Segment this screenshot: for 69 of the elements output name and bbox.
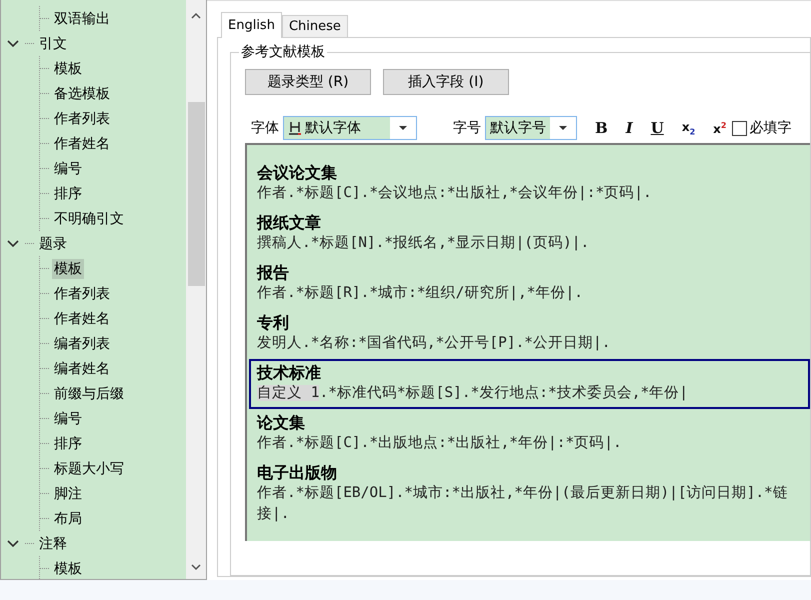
scrollbar-thumb[interactable] — [188, 102, 204, 286]
tree-item[interactable]: 题录 — [37, 234, 69, 254]
tree-item[interactable]: 作者列表 — [52, 108, 112, 128]
tree-item[interactable]: 前缀与后缀 — [52, 384, 126, 404]
tree-item[interactable]: 编者姓名 — [52, 358, 112, 378]
tree-item[interactable]: 模板 — [52, 58, 84, 78]
tree-item[interactable]: 备选模板 — [52, 84, 112, 104]
entry-title: 论文集 — [257, 412, 306, 433]
tree-item[interactable]: 编者列表 — [52, 334, 112, 354]
tree-item[interactable]: 脚注 — [52, 484, 84, 504]
tree-item[interactable]: 排序 — [52, 434, 84, 454]
entry-title: 会议论文集 — [257, 162, 338, 183]
entry-format: 发明人.*名称:*国省代码,*公开号[P].*公开日期|. — [257, 334, 612, 353]
tree-item[interactable]: 编号 — [52, 158, 84, 178]
chevron-down-icon[interactable] — [7, 38, 19, 50]
entry-format: 作者.*标题[C].*出版地点:*出版社,*年份|:*页码|. — [257, 434, 623, 453]
template-entry[interactable]: 论文集 作者.*标题[C].*出版地点:*出版社,*年份|:*页码|. — [249, 409, 810, 459]
tree-item[interactable]: 不明确引文 — [52, 208, 126, 228]
entry-format: 撰稿人.*标题[N].*报纸名,*显示日期|(页码)|. — [257, 234, 590, 253]
bold-button[interactable]: B — [595, 119, 608, 137]
scroll-down-icon[interactable] — [191, 563, 201, 571]
group-title: 参考文献模板 — [239, 43, 327, 61]
scroll-up-icon[interactable] — [191, 12, 201, 20]
checkbox-label: 必填字 — [749, 119, 792, 137]
tree-item[interactable]: 编号 — [52, 408, 84, 428]
entry-title: 报告 — [257, 262, 290, 283]
entry-title: 电子出版物 — [257, 462, 338, 483]
template-entry[interactable]: 会议论文集 作者.*标题[C].*会议地点:*出版社,*会议年份|:*页码|. — [249, 159, 810, 209]
tab[interactable]: Chinese — [282, 15, 348, 37]
tree-item[interactable]: 排序 — [52, 184, 84, 204]
entry-format: 自定义 1.*标准代码*标题[S].*发行地点:*技术委员会,*年份| — [257, 384, 689, 403]
tree-item[interactable]: 作者姓名 — [52, 134, 112, 154]
font-dropdown[interactable]: 默认字体 — [283, 116, 417, 140]
toolbar-button[interactable]: 题录类型 (R) — [245, 69, 371, 95]
entry-format: 作者.*标题[EB/OL].*城市:*出版社,*年份|(最后更新日期)|[访问日期].*链接|. — [257, 484, 789, 524]
toolbar-button[interactable]: 插入字段 (I) — [383, 69, 509, 95]
tree-item[interactable]: 作者列表 — [52, 284, 112, 304]
subscript-button[interactable]: x$_{2}$ — [682, 120, 696, 136]
size-label: 字号 — [453, 119, 481, 137]
italic-button[interactable]: I — [626, 119, 633, 137]
tree-item[interactable]: 模板 — [52, 258, 84, 278]
checkbox[interactable] — [732, 120, 748, 136]
font-label: 字体 — [251, 119, 279, 137]
tree-item[interactable]: 双语输出 — [52, 8, 112, 28]
entry-title: 报纸文章 — [257, 212, 322, 233]
template-entry[interactable]: 技术标准 自定义 1.*标准代码*标题[S].*发行地点:*技术委员会,*年份| — [249, 359, 810, 409]
entry-format: 作者.*标题[C].*会议地点:*出版社,*会议年份|:*页码|. — [257, 184, 653, 203]
entry-title: 技术标准 — [257, 362, 322, 383]
underline-button[interactable]: U — [650, 119, 664, 137]
tree-item[interactable]: 注释 — [37, 534, 69, 554]
dropdown-caret-icon — [399, 126, 407, 130]
template-entry[interactable]: 报告 作者.*标题[R].*城市:*组织/研究所|,*年份|. — [249, 259, 810, 309]
tree-item[interactable]: 模板 — [52, 558, 84, 578]
tab[interactable]: English — [221, 12, 282, 38]
chevron-down-icon[interactable] — [7, 238, 19, 250]
font-icon — [288, 121, 302, 135]
superscript-button[interactable]: x$^{2}$ — [713, 120, 726, 136]
size-dropdown[interactable]: 默认字号 — [485, 116, 577, 140]
entry-format: 作者.*标题[R].*城市:*组织/研究所|,*年份|. — [257, 284, 584, 303]
chevron-down-icon[interactable] — [7, 538, 19, 550]
tree-item[interactable]: 引文 — [37, 34, 69, 54]
tree-item[interactable]: 作者姓名 — [52, 308, 112, 328]
entry-title: 专利 — [257, 312, 290, 333]
template-entry[interactable]: 报纸文章 撰稿人.*标题[N].*报纸名,*显示日期|(页码)|. — [249, 209, 810, 259]
tree-item[interactable]: 布局 — [52, 508, 84, 528]
template-entry[interactable]: 专利 发明人.*名称:*国省代码,*公开号[P].*公开日期|. — [249, 309, 810, 359]
template-entry[interactable]: 电子出版物 作者.*标题[EB/OL].*城市:*出版社,*年份|(最后更新日期)|[访问日期].*链接|. — [249, 459, 810, 530]
tree-item[interactable]: 标题大小写 — [52, 458, 126, 478]
dropdown-caret-icon — [559, 126, 567, 130]
